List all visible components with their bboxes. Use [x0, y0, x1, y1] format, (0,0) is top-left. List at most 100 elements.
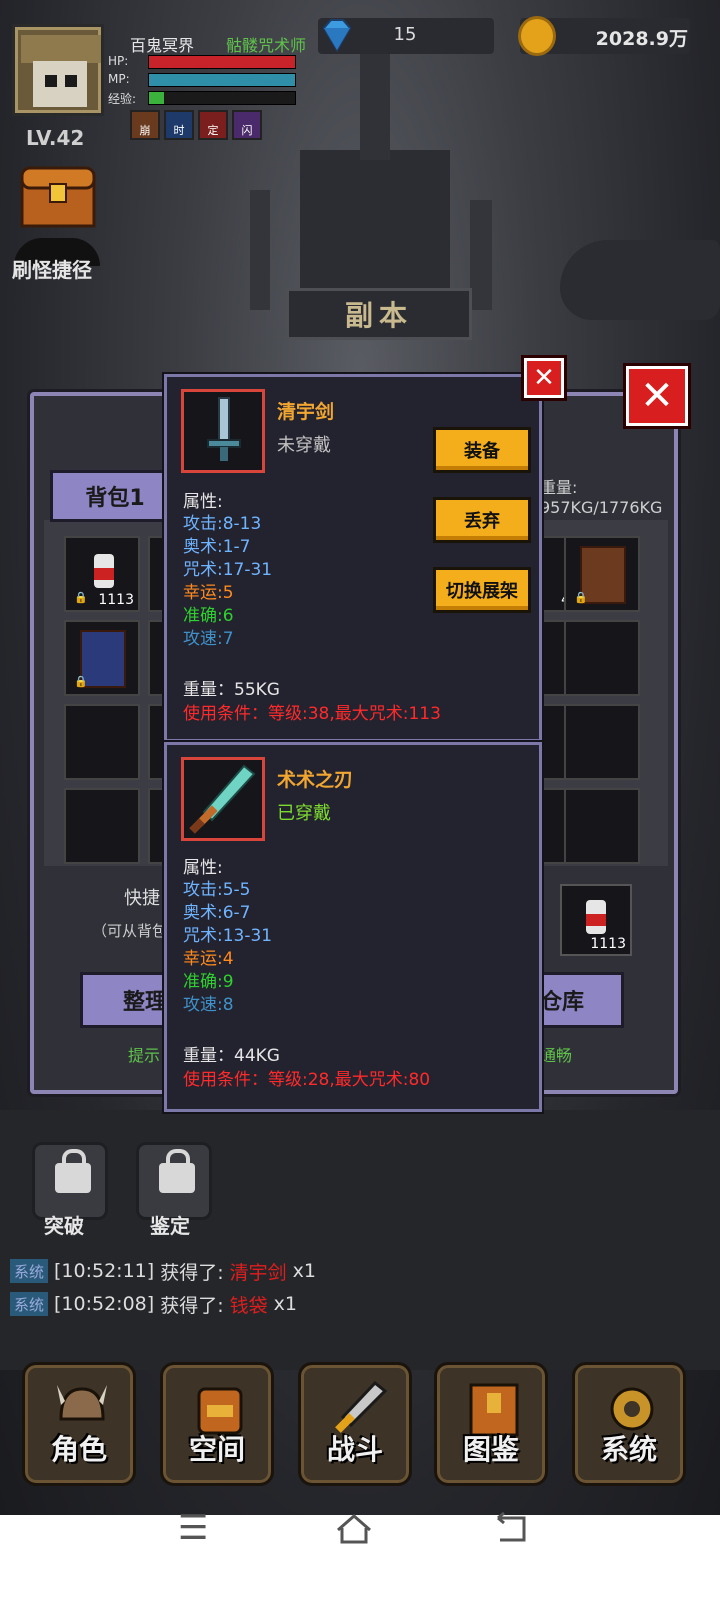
tab-backpack-1[interactable]: 背包1: [50, 470, 180, 522]
item-weight: 重量：55KG: [183, 680, 280, 700]
attr-arcane: 奥术:1-7: [183, 537, 251, 557]
quickbar-hint: （可从背包: [92, 922, 168, 940]
castle-spire-left: [250, 190, 270, 310]
close-icon[interactable]: ✕: [524, 358, 564, 398]
inventory-slot[interactable]: 🔒: [564, 536, 640, 612]
shortcut-button[interactable]: 刷怪捷径: [12, 254, 92, 283]
log-line: 系统 [10:52:08] 获得了: 钱袋 x1: [10, 1291, 297, 1317]
inventory-slot[interactable]: [564, 704, 640, 780]
item-requirement: 使用条件：等级:28,最大咒术:80: [183, 1070, 431, 1090]
switch-shelf-button[interactable]: 切换展架: [433, 567, 531, 613]
nav-label-space: 空间: [188, 1433, 245, 1466]
mp-fill: [149, 74, 295, 86]
buff-icon-flash[interactable]: 闪: [232, 110, 262, 140]
inventory-weight-label: 重量:: [540, 478, 578, 497]
inventory-slot[interactable]: [564, 620, 640, 696]
potion-icon: [94, 554, 114, 588]
item-state: 已穿戴: [277, 803, 331, 824]
log-text: 获得了:: [160, 1294, 224, 1317]
mp-bar: [148, 73, 296, 87]
buff-icon-crush[interactable]: 崩: [130, 110, 160, 140]
attr-title: 属性:: [183, 858, 223, 878]
exp-label: 经验:: [108, 92, 137, 106]
log-tag: 系统: [10, 1259, 49, 1283]
log-qty: x1: [292, 1260, 316, 1282]
ground: [0, 1110, 720, 1370]
blade-icon: [181, 757, 265, 841]
break-label: 突破: [44, 1214, 84, 1238]
item-compare-card-equipped: 术术之刃 已穿戴 属性: 攻击:5-5 奥术:6-7 咒术:13-31 幸运:4…: [164, 742, 542, 1112]
inventory-slot[interactable]: [564, 788, 640, 864]
game-background: LV.42 百鬼冥界 骷髅咒术师 HP: MP: 经验: 崩 时 定 闪 15 …: [0, 0, 720, 1515]
hat-shape: [21, 35, 101, 63]
log-qty: x1: [273, 1293, 297, 1315]
attr-luck: 幸运:5: [183, 583, 234, 603]
menu-icon[interactable]: ☰: [178, 1508, 208, 1548]
buff-icon-time[interactable]: 时: [164, 110, 194, 140]
home-icon[interactable]: [334, 1512, 374, 1546]
item-state: 未穿戴: [277, 435, 331, 456]
quick-slot-count: 1113: [590, 936, 626, 952]
hp-fill: [149, 56, 295, 68]
nav-label-battle: 战斗: [326, 1433, 383, 1466]
hint-left: 提示: [128, 1046, 161, 1065]
log-line: 系统 [10:52:11] 获得了: 清宇剑 x1: [10, 1258, 316, 1284]
attr-attack: 攻击:5-5: [183, 880, 251, 900]
lock-icon: 🔒: [74, 675, 88, 688]
attr-accuracy: 准确:9: [183, 972, 234, 992]
log-item[interactable]: 钱袋: [230, 1291, 268, 1318]
nav-label-character: 角色: [50, 1433, 107, 1466]
attr-title: 属性:: [183, 492, 223, 512]
equip-button[interactable]: 装备: [433, 427, 531, 473]
player-avatar[interactable]: [12, 24, 104, 116]
lock-icon: [159, 1149, 195, 1193]
attr-curse: 咒术:17-31: [183, 560, 273, 580]
close-icon[interactable]: ✕: [626, 366, 688, 426]
eye-right: [65, 75, 77, 87]
quick-slot[interactable]: 1113: [560, 884, 632, 956]
attr-curse: 咒术:13-31: [183, 926, 273, 946]
attr-speed: 攻速:8: [183, 995, 234, 1015]
inventory-slot[interactable]: [64, 704, 140, 780]
identify-button[interactable]: [136, 1142, 212, 1220]
potion-icon: [586, 900, 606, 934]
back-icon[interactable]: [494, 1512, 530, 1544]
attr-attack: 攻击:8-13: [183, 514, 262, 534]
break-button[interactable]: [32, 1142, 108, 1220]
slot-count: 1113: [98, 592, 134, 608]
mp-label: MP:: [108, 72, 130, 86]
hint-right: 通畅: [540, 1046, 573, 1065]
attr-luck: 幸运:4: [183, 949, 234, 969]
dungeon-title[interactable]: 副本: [286, 288, 472, 340]
discard-button[interactable]: 丢弃: [433, 497, 531, 543]
attr-accuracy: 准确:6: [183, 606, 234, 626]
identify-label: 鉴定: [150, 1214, 190, 1238]
player-class: 骷髅咒术师: [226, 36, 307, 55]
inventory-weight-value: 957KG/1776KG: [540, 498, 663, 517]
player-name: 百鬼冥界: [130, 36, 195, 55]
log-item[interactable]: 清宇剑: [230, 1258, 287, 1285]
coin-icon: [518, 16, 556, 56]
item-weight: 重量：44KG: [183, 1046, 280, 1066]
hp-bar: [148, 55, 296, 69]
item-name: 术术之刃: [277, 769, 354, 791]
log-time: [10:52:11]: [54, 1260, 155, 1282]
treasure-chest-icon[interactable]: [18, 164, 98, 230]
gold-value: 2028.9万: [595, 28, 688, 50]
item-compare-card-new: 清宇剑 未穿戴 属性: 攻击:8-13 奥术:1-7 咒术:17-31 幸运:5…: [164, 374, 542, 742]
item-name: 清宇剑: [277, 401, 335, 423]
log-text: 获得了:: [160, 1261, 224, 1284]
lock-icon: 🔒: [574, 591, 588, 604]
exp-fill: [149, 92, 164, 104]
hp-label: HP:: [108, 54, 129, 68]
inventory-slot[interactable]: 🔒 1113: [64, 536, 140, 612]
buff-icon-fix[interactable]: 定: [198, 110, 228, 140]
item-requirement: 使用条件：等级:38,最大咒术:113: [183, 704, 441, 724]
quickbar-label: 快捷: [124, 888, 160, 909]
player-level: LV.42: [26, 126, 85, 150]
lock-icon: [55, 1149, 91, 1193]
inventory-slot[interactable]: [64, 788, 140, 864]
eye-left: [45, 75, 57, 87]
inventory-slot[interactable]: 🔒: [64, 620, 140, 696]
log-time: [10:52:08]: [54, 1293, 155, 1315]
